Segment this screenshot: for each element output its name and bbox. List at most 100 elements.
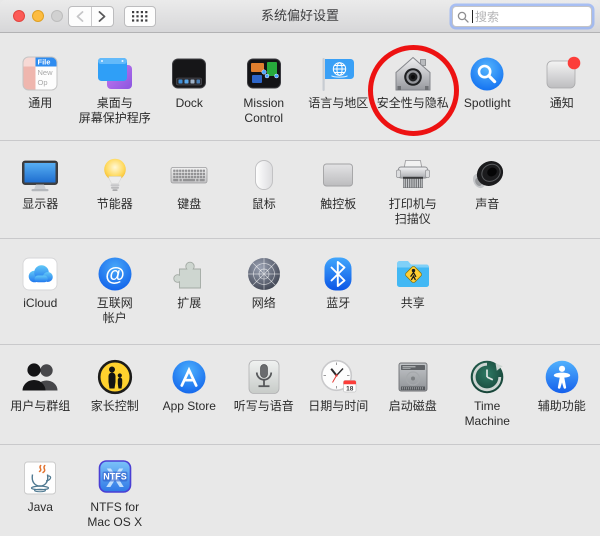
pref-item-label: 听写与语音 [233, 399, 294, 413]
pref-item-label: Mission Control [243, 96, 285, 125]
pref-item-label: 触控板 [320, 197, 357, 211]
java-icon [19, 458, 61, 498]
pref-item-date-time[interactable]: 18 日期与时间 [301, 357, 376, 444]
pref-item-label: 蓝牙 [326, 296, 351, 310]
pref-item-label: 桌面与 屏幕保护程序 [78, 96, 151, 125]
svg-text:File: File [38, 58, 51, 67]
pref-item-label: 辅助功能 [537, 399, 586, 413]
pref-item-app-store[interactable]: App Store [152, 357, 227, 444]
pref-row-hardware: 显示器 节能器 键盘 鼠标 触控板 打印机与 扫描仪 声音 [0, 140, 600, 238]
pref-item-label: 共享 [400, 296, 425, 310]
pref-item-language-region[interactable]: 语言与地区 [301, 54, 376, 140]
energy-icon [94, 155, 136, 195]
svg-text:NTFS: NTFS [103, 472, 127, 482]
pref-item-label: 启动磁盘 [388, 399, 437, 413]
pref-item-sound[interactable]: 声音 [450, 155, 525, 238]
pref-item-label: iCloud [23, 296, 58, 310]
minimize-button[interactable] [32, 10, 44, 22]
icloud-icon [19, 254, 61, 294]
pref-item-label: 家长控制 [90, 399, 139, 413]
pref-item-label: 打印机与 扫描仪 [388, 197, 437, 226]
bluetooth-icon [317, 254, 359, 294]
search-icon [457, 11, 469, 23]
pref-item-label: 通知 [549, 96, 574, 110]
pref-item-label: 通用 [28, 96, 53, 110]
pref-item-dock[interactable]: Dock [152, 54, 227, 140]
pref-item-network[interactable]: 网络 [227, 254, 302, 344]
language-icon [317, 54, 359, 94]
pref-item-dictation-speech[interactable]: 听写与语音 [227, 357, 302, 444]
pref-item-users-groups[interactable]: 用户与群组 [3, 357, 78, 444]
general-icon: File New Op [19, 54, 61, 94]
pref-item-extensions[interactable]: 扩展 [152, 254, 227, 344]
pref-item-label: NTFS for Mac OS X [87, 500, 143, 529]
pref-item-label: 节能器 [96, 197, 133, 211]
mission-icon [243, 54, 285, 94]
svg-text:18: 18 [346, 385, 354, 392]
accessibility-icon [541, 357, 583, 397]
pref-item-notifications[interactable]: 通知 [525, 54, 600, 140]
pref-item-printers-scanners[interactable]: 打印机与 扫描仪 [376, 155, 451, 238]
mouse-icon [243, 155, 285, 195]
users-icon [19, 357, 61, 397]
pref-item-mission-control[interactable]: Mission Control [227, 54, 302, 140]
pref-item-label: Spotlight [463, 96, 511, 110]
printer-icon [392, 155, 434, 195]
pref-item-label: 互联网 帐户 [96, 296, 133, 325]
svg-text:Op: Op [38, 78, 48, 87]
timemachine-icon [466, 357, 508, 397]
pref-item-time-machine[interactable]: Time Machine [450, 357, 525, 444]
close-button[interactable] [13, 10, 25, 22]
pref-item-keyboard[interactable]: 键盘 [152, 155, 227, 238]
show-all-button[interactable] [124, 6, 156, 27]
pref-item-internet-accounts[interactable]: @ 互联网 帐户 [78, 254, 153, 344]
back-button [69, 7, 92, 26]
pref-item-displays[interactable]: 显示器 [3, 155, 78, 238]
pref-row-internet-wireless: iCloud @ 互联网 帐户 扩展 网络 蓝牙 共享 [0, 238, 600, 344]
notifications-icon [541, 54, 583, 94]
pref-item-parental-controls[interactable]: 家长控制 [78, 357, 153, 444]
startup-icon [392, 357, 434, 397]
pref-item-icloud[interactable]: iCloud [3, 254, 78, 344]
pref-item-trackpad[interactable]: 触控板 [301, 155, 376, 238]
pref-item-bluetooth[interactable]: 蓝牙 [301, 254, 376, 344]
pref-item-java[interactable]: Java [3, 458, 78, 536]
toolbar: 系统偏好设置 [0, 0, 600, 33]
appstore-icon [168, 357, 210, 397]
pref-item-security-privacy[interactable]: 安全性与隐私 [376, 54, 451, 140]
chevron-left-icon [76, 11, 84, 22]
datetime-icon: 18 [317, 357, 359, 397]
search-field[interactable] [452, 6, 592, 27]
grid-icon [132, 11, 148, 22]
pref-item-sharing[interactable]: 共享 [376, 254, 451, 344]
pref-item-label: 键盘 [177, 197, 202, 211]
pref-item-label: 显示器 [22, 197, 59, 211]
security-icon [392, 54, 434, 94]
ntfs-icon: X NTFS [94, 458, 136, 498]
pref-item-label: 扩展 [177, 296, 202, 310]
zoom-button-disabled [51, 10, 63, 22]
search-input[interactable] [473, 9, 587, 24]
pref-item-label: Java [27, 500, 53, 514]
pref-item-label: 日期与时间 [308, 399, 369, 413]
pref-item-accessibility[interactable]: 辅助功能 [525, 357, 600, 444]
dock-icon [168, 54, 210, 94]
svg-text:@: @ [105, 264, 125, 286]
pref-row-other: Java X NTFSNTFS for Mac OS X [0, 444, 600, 536]
system-preferences-window: 系统偏好设置 File New Op 通用 桌面与 屏幕保护程序 Dock Mi… [0, 0, 600, 536]
pref-item-mouse[interactable]: 鼠标 [227, 155, 302, 238]
pref-item-energy-saver[interactable]: 节能器 [78, 155, 153, 238]
pref-item-label: 语言与地区 [308, 96, 369, 110]
network-icon [243, 254, 285, 294]
sound-icon [466, 155, 508, 195]
pref-item-label: 鼠标 [251, 197, 276, 211]
nav-segmented-control [68, 6, 114, 27]
pref-item-startup-disk[interactable]: 启动磁盘 [376, 357, 451, 444]
pref-item-ntfs-for-mac[interactable]: X NTFSNTFS for Mac OS X [78, 458, 153, 536]
chevron-right-icon [98, 11, 106, 22]
pref-item-spotlight[interactable]: Spotlight [450, 54, 525, 140]
forward-button[interactable] [92, 7, 114, 26]
pref-item-general[interactable]: File New Op 通用 [3, 54, 78, 140]
pref-item-desktop-screensaver[interactable]: 桌面与 屏幕保护程序 [78, 54, 153, 140]
displays-icon [19, 155, 61, 195]
